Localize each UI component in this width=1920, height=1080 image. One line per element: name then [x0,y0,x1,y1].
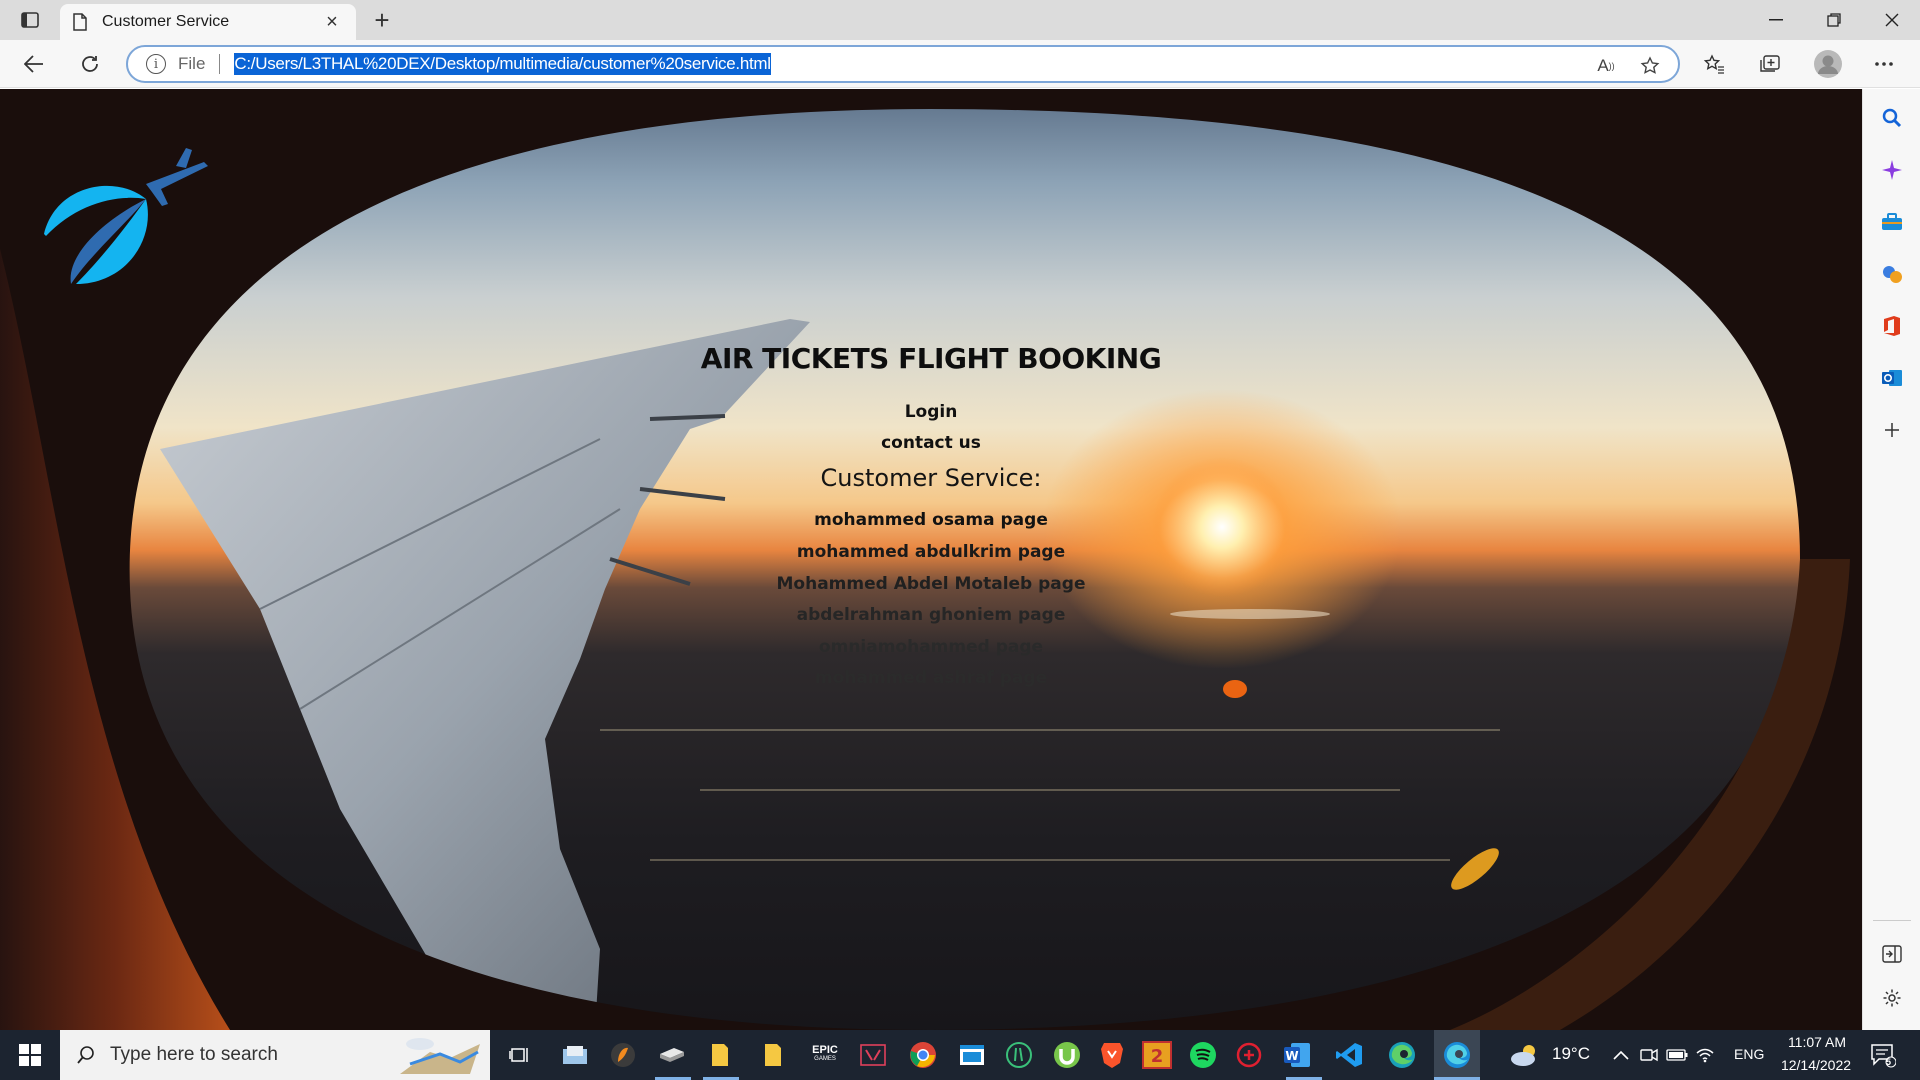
new-tab-button[interactable]: + [368,5,396,35]
restore-icon[interactable] [1806,0,1862,40]
chrome-icon[interactable] [906,1038,940,1072]
window-app-icon[interactable] [955,1038,989,1072]
vscode-icon[interactable] [1332,1038,1366,1072]
settings-icon[interactable] [1876,982,1908,1014]
browser-toolbar: i File C:/Users/L3THAL%20DEX/Desktop/mul… [0,40,1920,88]
search-highlight-illustration [400,1038,480,1074]
clock-time[interactable]: 11:07 AM [1782,1034,1852,1050]
clock-date[interactable]: 12/14/2022 [1774,1057,1858,1073]
cs-link-omnia-mohammed[interactable]: omniamohammed page [0,637,1862,657]
epic-games-icon[interactable]: EPIC GAMES [808,1038,842,1072]
divider [1873,920,1911,921]
office-icon[interactable] [1876,310,1908,342]
tab-title: Customer Service [102,13,230,30]
task-view-icon[interactable] [503,1038,537,1072]
mail-icon[interactable] [558,1038,592,1072]
cs-link-mohammed-ashraf[interactable]: mohammed ashraf page [0,668,1862,688]
divider [219,54,221,74]
cs-link-mohammed-abdulkrim[interactable]: mohammed abdulkrim page [0,542,1862,562]
tools-icon[interactable] [1876,206,1908,238]
word-icon[interactable]: W [1280,1038,1314,1072]
brave-icon[interactable] [1095,1038,1129,1072]
site-title: AIR TICKETS FLIGHT BOOKING [700,342,1162,375]
airline-logo [44,148,208,284]
page-icon [73,13,87,31]
cs-link-mohammed-abdel-motaleb[interactable]: Mohammed Abdel Motaleb page [0,574,1862,594]
more-options-icon[interactable] [1868,48,1900,80]
outlook-icon[interactable] [1876,362,1908,394]
notifications-icon[interactable]: 5 [1866,1038,1900,1072]
word-letter: W [1285,1049,1298,1063]
address-bar[interactable]: i File C:/Users/L3THAL%20DEX/Desktop/mul… [126,45,1680,83]
read-aloud-icon[interactable]: A)) [1594,54,1618,78]
epic-games-sublabel: GAMES [814,1056,836,1062]
weather-temp[interactable]: 19°C [1552,1044,1590,1064]
edge-icon[interactable] [1385,1038,1419,1072]
contact-us-link[interactable]: contact us [0,433,1862,453]
url-text[interactable]: C:/Users/L3THAL%20DEX/Desktop/multimedia… [234,53,771,75]
info-icon[interactable]: i [146,54,166,74]
cs-link-mohammed-osama[interactable]: mohammed osama page [0,510,1862,530]
weather-icon[interactable] [1508,1038,1542,1072]
sidebar-toggle-icon[interactable] [1876,938,1908,970]
notification-count: 5 [1886,1057,1892,1067]
epic-games-label: EPIC [812,1044,838,1056]
add-icon[interactable] [1876,414,1908,446]
customer-service-heading: Customer Service: [820,464,1042,492]
fl-studio-icon[interactable] [606,1038,640,1072]
upwork-icon[interactable] [1002,1038,1036,1072]
search-icon [77,1046,94,1064]
games-icon[interactable] [1876,258,1908,290]
taskbar-search[interactable]: Type here to search [60,1030,490,1080]
profile-avatar[interactable] [1812,48,1844,80]
close-window-icon[interactable] [1864,0,1920,40]
spotify-icon[interactable] [1186,1038,1220,1072]
drive-icon[interactable] [655,1038,689,1072]
valorant-icon[interactable] [856,1038,890,1072]
refresh-icon[interactable] [74,48,106,80]
page-viewport: AIR TICKETS FLIGHT BOOKING Login contact… [0,89,1862,1030]
minimize-icon[interactable] [1748,0,1804,40]
login-link[interactable]: Login [0,402,1862,422]
gaming-app-icon[interactable] [1232,1038,1266,1072]
favorites-icon[interactable] [1698,48,1730,80]
edge-sidebar [1862,89,1920,1030]
folder-icon[interactable] [703,1038,737,1072]
cs-link-abdelrahman-ghoniem[interactable]: abdelrahman ghoniem page [0,605,1862,625]
svg-text:2: 2 [1151,1046,1164,1067]
search-icon[interactable] [1876,102,1908,134]
file-scheme-label: File [178,54,206,73]
search-placeholder: Type here to search [110,1044,278,1065]
copilot-icon[interactable] [1876,154,1908,186]
edge-active-icon[interactable] [1440,1038,1474,1072]
back-icon[interactable] [18,48,50,80]
close-tab-icon[interactable]: × [320,10,344,34]
wifi-icon[interactable] [1688,1038,1722,1072]
windows-start-icon[interactable] [0,1030,60,1080]
add-favorite-icon[interactable] [1638,54,1662,78]
zero-two-icon[interactable]: 2 [1140,1038,1174,1072]
tab-strip: Customer Service × + [0,0,1920,40]
collections-icon[interactable] [1754,48,1786,80]
utorrent-icon[interactable] [1050,1038,1084,1072]
tab-actions-icon[interactable] [12,6,48,34]
tab-customer-service[interactable]: Customer Service × [60,4,356,40]
language-indicator[interactable]: ENG [1734,1046,1764,1062]
folder-icon-2[interactable] [756,1038,790,1072]
